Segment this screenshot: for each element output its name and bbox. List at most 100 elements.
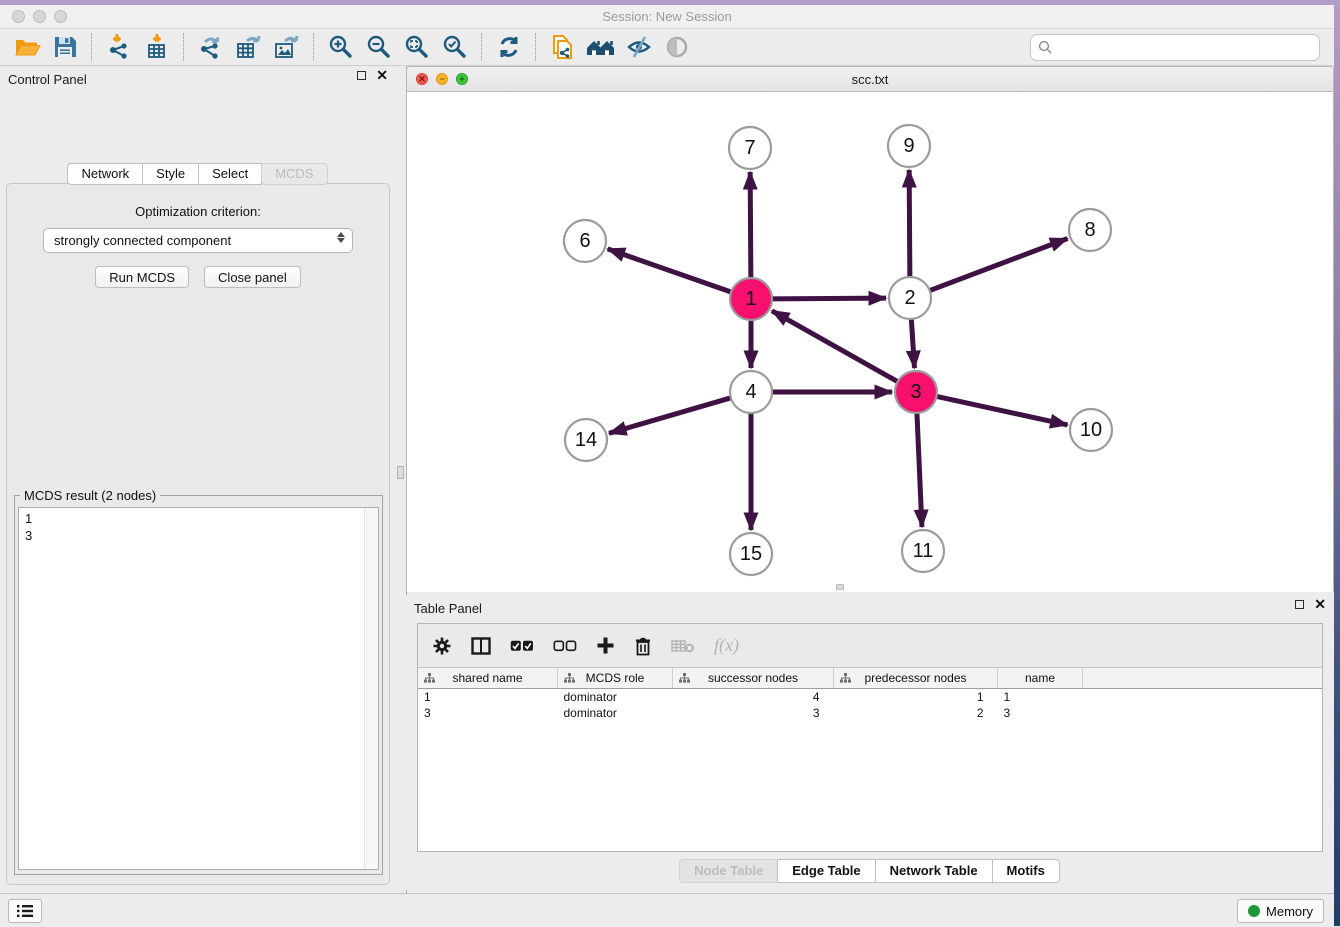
network-maximize-button[interactable]: + xyxy=(456,73,468,85)
edge-3-11[interactable] xyxy=(917,412,922,527)
delete-table-button[interactable] xyxy=(671,638,695,654)
result-line: 3 xyxy=(25,527,378,544)
network-graph[interactable]: 7 9 6 8 1 2 4 3 14 10 15 11 xyxy=(407,92,1333,592)
table-tab-network-table[interactable]: Network Table xyxy=(875,859,993,883)
edge-2-8[interactable] xyxy=(929,238,1068,290)
close-panel-button[interactable]: Close panel xyxy=(204,266,301,288)
graph-node-10[interactable]: 10 xyxy=(1070,409,1112,451)
edge-1-6[interactable] xyxy=(608,249,732,292)
network-canvas[interactable]: 7 9 6 8 1 2 4 3 14 10 15 11 xyxy=(407,92,1333,592)
export-image-button[interactable] xyxy=(268,31,306,63)
browser-home-button[interactable] xyxy=(582,31,620,63)
task-history-button[interactable] xyxy=(8,899,42,923)
table-tab-node-table[interactable]: Node Table xyxy=(679,859,778,883)
open-file-button[interactable] xyxy=(8,31,46,63)
run-mcds-button[interactable]: Run MCDS xyxy=(95,266,189,288)
close-panel-icon[interactable]: ✕ xyxy=(376,71,388,80)
function-builder-button[interactable]: f(x) xyxy=(714,635,739,656)
splitter-handle[interactable] xyxy=(397,466,404,479)
table-mode-gear-button[interactable] xyxy=(432,636,452,656)
float-table-panel-icon[interactable] xyxy=(1295,600,1304,609)
node-table-header-row: shared nameMCDS rolesuccessor nodesprede… xyxy=(418,668,1322,689)
criterion-dropdown[interactable]: strongly connected component xyxy=(43,228,353,253)
table-cell[interactable]: dominator xyxy=(558,689,673,706)
table-cell[interactable]: 2 xyxy=(834,705,998,721)
search-input[interactable] xyxy=(1053,40,1319,55)
graph-node-6[interactable]: 6 xyxy=(564,220,606,262)
column-header-predecessor-nodes[interactable]: predecessor nodes xyxy=(834,668,998,689)
table-cell[interactable]: 1 xyxy=(418,689,558,706)
select-all-rows-button[interactable] xyxy=(510,640,534,652)
table-row[interactable]: 3dominator323 xyxy=(418,705,1322,721)
graph-node-3[interactable]: 3 xyxy=(895,371,937,413)
delete-columns-button[interactable] xyxy=(634,636,652,656)
show-details-eye-button[interactable] xyxy=(658,31,696,63)
memory-button[interactable]: Memory xyxy=(1237,899,1324,923)
dropdown-stepper-icon xyxy=(337,232,345,243)
node-label: 3 xyxy=(910,381,921,403)
graph-node-14[interactable]: 14 xyxy=(565,419,607,461)
table-cell[interactable]: 3 xyxy=(418,705,558,721)
clone-network-button[interactable] xyxy=(544,31,582,63)
table-tab-motifs[interactable]: Motifs xyxy=(992,859,1060,883)
mcds-result-lines: 13 xyxy=(19,508,378,544)
graph-node-11[interactable]: 11 xyxy=(902,530,944,572)
column-header-name[interactable]: name xyxy=(998,668,1083,689)
control-tab-mcds[interactable]: MCDS xyxy=(261,163,327,185)
network-minimize-button[interactable]: − xyxy=(436,73,448,85)
zoom-fit-content-button[interactable] xyxy=(398,31,436,63)
graph-node-2[interactable]: 2 xyxy=(889,277,931,319)
column-header-MCDS-role[interactable]: MCDS role xyxy=(558,668,673,689)
table-cell[interactable]: dominator xyxy=(558,705,673,721)
control-tab-network[interactable]: Network xyxy=(67,163,143,185)
edge-3-1[interactable] xyxy=(772,311,899,382)
edge-1-7[interactable] xyxy=(750,172,751,279)
apply-layout-button[interactable] xyxy=(490,31,528,63)
table-cell[interactable]: 4 xyxy=(673,689,834,706)
toolbar-separator xyxy=(91,33,93,61)
import-table-button[interactable] xyxy=(138,31,176,63)
unchecked-boxes-icon xyxy=(553,640,577,652)
zoom-in-button[interactable] xyxy=(322,31,360,63)
zoom-out-button[interactable] xyxy=(360,31,398,63)
table-tab-edge-table[interactable]: Edge Table xyxy=(777,859,875,883)
edge-1-2[interactable] xyxy=(771,298,886,299)
table-cell[interactable]: 1 xyxy=(834,689,998,706)
zoom-selected-button[interactable] xyxy=(436,31,474,63)
import-table-icon xyxy=(143,33,171,61)
edge-2-3[interactable] xyxy=(911,318,914,368)
export-network-button[interactable] xyxy=(192,31,230,63)
control-tab-select[interactable]: Select xyxy=(198,163,262,185)
hide-graphics-details-button[interactable] xyxy=(620,31,658,63)
close-table-panel-icon[interactable]: ✕ xyxy=(1314,600,1326,609)
graph-node-4[interactable]: 4 xyxy=(730,371,772,413)
table-cell[interactable]: 3 xyxy=(998,705,1083,721)
graph-node-9[interactable]: 9 xyxy=(888,125,930,167)
network-resize-handle[interactable] xyxy=(836,584,844,590)
save-session-button[interactable] xyxy=(46,31,84,63)
split-table-view-button[interactable] xyxy=(471,637,491,655)
graph-node-15[interactable]: 15 xyxy=(730,533,772,575)
column-header-successor-nodes[interactable]: successor nodes xyxy=(673,668,834,689)
graph-node-7[interactable]: 7 xyxy=(729,127,771,169)
export-table-button[interactable] xyxy=(230,31,268,63)
mcds-result-textarea[interactable]: 13 xyxy=(18,507,379,870)
table-cell[interactable]: 1 xyxy=(998,689,1083,706)
graph-node-1[interactable]: 1 xyxy=(730,278,772,320)
import-network-button[interactable] xyxy=(100,31,138,63)
save-icon xyxy=(52,34,78,60)
float-panel-icon[interactable] xyxy=(357,71,366,80)
table-row[interactable]: 1dominator411 xyxy=(418,689,1322,706)
deselect-all-rows-button[interactable] xyxy=(553,640,577,652)
add-column-button[interactable] xyxy=(596,636,615,655)
control-tab-style[interactable]: Style xyxy=(142,163,199,185)
table-cell[interactable]: 3 xyxy=(673,705,834,721)
result-scrollbar[interactable] xyxy=(364,508,378,869)
edge-2-9[interactable] xyxy=(909,170,910,278)
edge-3-10[interactable] xyxy=(936,396,1068,425)
trash-icon xyxy=(634,636,652,656)
column-header-shared-name[interactable]: shared name xyxy=(418,668,558,689)
network-close-button[interactable]: ✕ xyxy=(416,73,428,85)
edge-4-14[interactable] xyxy=(609,398,732,434)
graph-node-8[interactable]: 8 xyxy=(1069,209,1111,251)
